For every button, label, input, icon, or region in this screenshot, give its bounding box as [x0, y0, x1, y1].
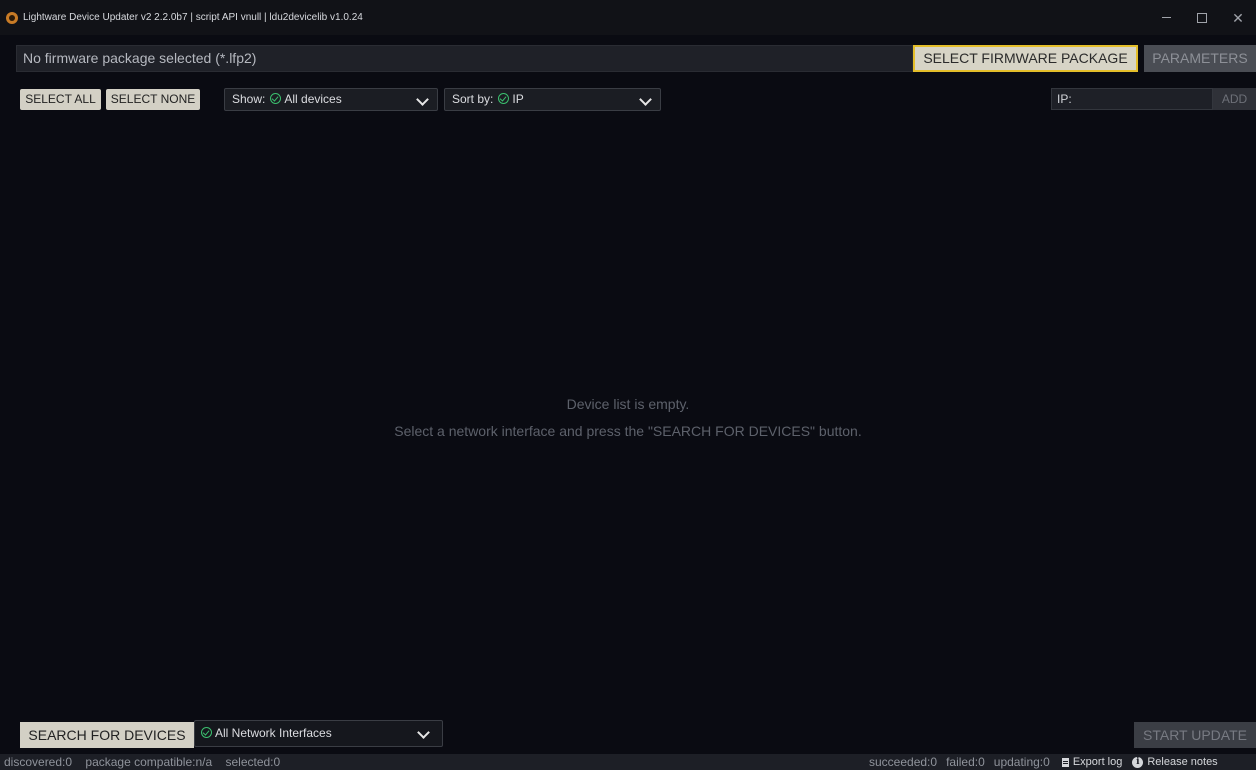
chevron-down-icon — [417, 726, 430, 739]
search-for-devices-button[interactable]: SEARCH FOR DEVICES — [20, 722, 194, 748]
failed-count: failed:0 — [946, 755, 985, 769]
start-update-button[interactable]: START UPDATE — [1134, 722, 1256, 748]
chevron-down-icon — [639, 93, 652, 106]
network-interface-value: All Network Interfaces — [215, 726, 332, 740]
title-bar: Lightware Device Updater v2 2.2.0b7 | sc… — [0, 0, 1256, 35]
release-notes-label: Release notes — [1147, 756, 1218, 768]
firmware-package-field[interactable]: No firmware package selected (*.lfp2) — [16, 45, 913, 72]
select-firmware-package-button[interactable]: SELECT FIRMWARE PACKAGE — [913, 45, 1138, 72]
close-button[interactable]: ✕ — [1220, 0, 1256, 35]
sort-by-dropdown[interactable]: Sort by: IP — [444, 88, 661, 111]
package-compatible-status: package compatible:n/a — [85, 755, 213, 769]
minimize-icon — [1161, 17, 1171, 18]
check-circle-icon — [201, 727, 212, 738]
succeeded-count: succeeded:0 — [869, 755, 938, 769]
check-circle-icon — [498, 93, 510, 104]
info-icon: i — [1132, 756, 1144, 768]
minimize-button[interactable] — [1148, 0, 1184, 35]
chevron-down-icon — [416, 93, 429, 106]
close-icon: ✕ — [1232, 9, 1244, 26]
empty-list-title: Device list is empty. — [566, 396, 690, 412]
discovered-count: discovered:0 — [4, 755, 73, 769]
selected-count: selected:0 — [225, 755, 281, 769]
window-title: Lightware Device Updater v2 2.2.0b7 | sc… — [23, 12, 363, 23]
document-icon — [1061, 757, 1069, 767]
maximize-button[interactable] — [1184, 0, 1220, 35]
export-log-label: Export log — [1072, 756, 1123, 768]
firmware-row: No firmware package selected (*.lfp2) SE… — [16, 45, 1256, 72]
show-filter-label: Show: — [232, 92, 266, 106]
check-circle-icon — [270, 93, 282, 104]
updating-count: updating:0 — [993, 755, 1050, 769]
select-all-button[interactable]: SELECT ALL — [20, 89, 101, 110]
show-filter-value: All devices — [284, 92, 342, 106]
sort-by-value: IP — [512, 92, 524, 106]
window-controls: ✕ — [1148, 0, 1256, 35]
ip-input[interactable]: IP: — [1051, 88, 1213, 110]
lightware-logo-icon — [6, 11, 18, 24]
add-ip-button[interactable]: ADD — [1213, 88, 1256, 110]
release-notes-link[interactable]: i Release notes — [1132, 754, 1218, 770]
network-interface-dropdown[interactable]: All Network Interfaces — [194, 720, 443, 747]
status-bar: discovered:0 package compatible:n/a sele… — [0, 754, 1256, 770]
select-none-button[interactable]: SELECT NONE — [106, 89, 200, 110]
maximize-icon — [1197, 12, 1207, 23]
sort-by-label: Sort by: — [452, 92, 494, 106]
export-log-link[interactable]: Export log — [1059, 754, 1123, 770]
show-filter-dropdown[interactable]: Show: All devices — [224, 88, 438, 111]
empty-list-hint: Select a network interface and press the… — [394, 423, 862, 439]
parameters-button[interactable]: PARAMETERS — [1144, 45, 1256, 72]
